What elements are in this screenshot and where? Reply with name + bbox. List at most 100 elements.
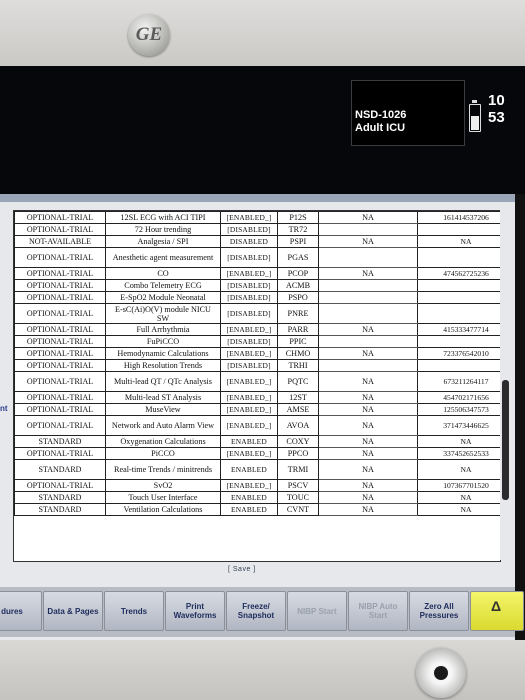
code-cell: PSPO: [277, 291, 319, 304]
table-row[interactable]: OPTIONAL-TRIAL MuseView [ENABLED_] AMSE NA 12…: [14, 403, 500, 416]
table-row[interactable]: OPTIONAL-TRIAL SvO2 [ENABLED_] PSCV NA 107367…: [14, 479, 500, 492]
softkey-dures[interactable]: dures: [0, 591, 42, 631]
table-row[interactable]: OPTIONAL-TRIAL High Resolution Trends [DIS…: [14, 359, 500, 372]
softkey-freeze-snapshot[interactable]: Freeze/ Snapshot: [226, 591, 286, 631]
patient-info-box[interactable]: NSD-1026 Adult ICU: [351, 80, 465, 146]
scrollbar[interactable]: [500, 210, 512, 560]
key-cell: 107367701520: [417, 479, 500, 492]
state-cell: [ENABLED_]: [220, 267, 278, 280]
key-cell: [417, 279, 500, 292]
table-row[interactable]: STANDARD Real-time Trends / minitrends ENA…: [14, 459, 500, 480]
state-cell: [ENABLED_]: [220, 391, 278, 404]
option-name-cell: Multi-lead QT / QTc Analysis: [105, 371, 221, 392]
expiry-cell: [318, 335, 418, 348]
license-options-panel: nt OPTIONAL-TRIAL 12SL ECG with ACI TIPI[…: [0, 194, 524, 640]
softkey-nibp-auto-start[interactable]: NIBP Auto Start: [348, 591, 408, 631]
expiry-cell: [318, 359, 418, 372]
table-row[interactable]: STANDARD Oxygenation Calculations ENABLED C…: [14, 435, 500, 448]
table-row[interactable]: OPTIONAL-TRIAL Network and Auto Alarm Vie…: [14, 415, 500, 436]
expiry-cell: [318, 303, 418, 324]
code-cell: PSPI: [277, 235, 319, 248]
option-name-cell: Oxygenation Calculations: [105, 435, 221, 448]
code-cell: PGAS: [277, 247, 319, 268]
option-name-cell: Full Arrhythmia: [105, 323, 221, 336]
table-row[interactable]: STANDARD Ventilation Calculations ENABLED C…: [14, 503, 500, 516]
key-cell: 723376542010: [417, 347, 500, 360]
state-cell: ENABLED: [220, 491, 278, 504]
option-name-cell: FuPiCCO: [105, 335, 221, 348]
code-cell: PPCO: [277, 447, 319, 460]
key-cell: 673211264117: [417, 371, 500, 392]
state-cell: [ENABLED_]: [220, 479, 278, 492]
table-row[interactable]: OPTIONAL-TRIAL Multi-lead ST Analysis [ENA…: [14, 391, 500, 404]
state-cell: [ENABLED_]: [220, 323, 278, 336]
ge-logo: GE: [128, 14, 170, 56]
status-cell: OPTIONAL-TRIAL: [14, 279, 106, 292]
table-row[interactable]: STANDARD Touch User Interface ENABLED TOUC N…: [14, 491, 500, 504]
status-cell: OPTIONAL-TRIAL: [14, 391, 106, 404]
table-row[interactable]: OPTIONAL-TRIAL 72 Hour trending [DISABLED]…: [14, 223, 500, 236]
code-cell: 12ST: [277, 391, 319, 404]
save-button[interactable]: [ Save ]: [228, 566, 256, 573]
state-cell: [ENABLED_]: [220, 347, 278, 360]
expiry-cell: [318, 223, 418, 236]
table-row[interactable]: OPTIONAL-TRIAL Hemodynamic Calculations [E…: [14, 347, 500, 360]
table-row[interactable]: OPTIONAL-TRIAL PiCCO [ENABLED_] PPCO NA 33745…: [14, 447, 500, 460]
table-row[interactable]: OPTIONAL-TRIAL 12SL ECG with ACI TIPI [ENA…: [14, 211, 500, 224]
softkey-nibp-start[interactable]: NIBP Start: [287, 591, 347, 631]
softkey-zero-all-pressures[interactable]: Zero All Pressures: [409, 591, 469, 631]
scrollbar-thumb[interactable]: [502, 380, 509, 500]
status-cell: OPTIONAL-TRIAL: [14, 335, 106, 348]
expiry-cell: NA: [318, 323, 418, 336]
status-cell: STANDARD: [14, 459, 106, 480]
status-cell: OPTIONAL-TRIAL: [14, 303, 106, 324]
table-row[interactable]: OPTIONAL-TRIAL Full Arrhythmia [ENABLED_] P…: [14, 323, 500, 336]
expiry-cell: NA: [318, 371, 418, 392]
expiry-cell: NA: [318, 415, 418, 436]
trim-knob[interactable]: [416, 648, 466, 698]
key-cell: NA: [417, 491, 500, 504]
state-cell: DISABLED: [220, 235, 278, 248]
expiry-cell: NA: [318, 347, 418, 360]
option-name-cell: Multi-lead ST Analysis: [105, 391, 221, 404]
table-row[interactable]: OPTIONAL-TRIAL Anesthetic agent measureme…: [14, 247, 500, 268]
status-cell: OPTIONAL-TRIAL: [14, 347, 106, 360]
state-cell: ENABLED: [220, 503, 278, 516]
table-row[interactable]: OPTIONAL-TRIAL E-SpO2 Module Neonatal [DIS…: [14, 291, 500, 304]
code-cell: TR72: [277, 223, 319, 236]
key-cell: [417, 247, 500, 268]
expiry-cell: NA: [318, 459, 418, 480]
table-row[interactable]: NOT-AVAILABLE Analgesia / SPI DISABLED PSPI…: [14, 235, 500, 248]
softkey-trends[interactable]: Trends: [104, 591, 164, 631]
code-cell: ACMB: [277, 279, 319, 292]
state-cell: [DISABLED]: [220, 223, 278, 236]
alarm-silence-button[interactable]: [470, 591, 524, 631]
status-cell: OPTIONAL-TRIAL: [14, 415, 106, 436]
option-name-cell: Real-time Trends / minitrends: [105, 459, 221, 480]
status-cell: OPTIONAL-TRIAL: [14, 291, 106, 304]
option-name-cell: Ventilation Calculations: [105, 503, 221, 516]
key-cell: [417, 291, 500, 304]
table-row[interactable]: OPTIONAL-TRIAL Multi-lead QT / QTc Analys…: [14, 371, 500, 392]
expiry-cell: NA: [318, 479, 418, 492]
status-cell: NOT-AVAILABLE: [14, 235, 106, 248]
status-cell: OPTIONAL-TRIAL: [14, 447, 106, 460]
code-cell: PPIC: [277, 335, 319, 348]
key-cell: 337452652533: [417, 447, 500, 460]
code-cell: PARR: [277, 323, 319, 336]
monitor-screen: NSD-1026 Adult ICU 10 53 nt OPTIONAL-TRI…: [0, 66, 525, 640]
softkey-print-waveforms[interactable]: Print Waveforms: [165, 591, 225, 631]
softkey-data-pages[interactable]: Data & Pages: [43, 591, 103, 631]
code-cell: PQTC: [277, 371, 319, 392]
key-cell: NA: [417, 235, 500, 248]
status-cell: OPTIONAL-TRIAL: [14, 371, 106, 392]
table-row[interactable]: OPTIONAL-TRIAL Combo Telemetry ECG [DISABL…: [14, 279, 500, 292]
bell-icon: [490, 602, 504, 617]
table-row[interactable]: OPTIONAL-TRIAL FuPiCCO [DISABLED] PPIC: [14, 335, 500, 348]
table-row[interactable]: OPTIONAL-TRIAL CO [ENABLED_] PCOP NA 47456272…: [14, 267, 500, 280]
table-row[interactable]: OPTIONAL-TRIAL E-sC(Ai)O(V) module NICU S…: [14, 303, 500, 324]
option-name-cell: High Resolution Trends: [105, 359, 221, 372]
state-cell: [DISABLED]: [220, 291, 278, 304]
status-cell: OPTIONAL-TRIAL: [14, 211, 106, 224]
bed-label: NSD-1026: [355, 109, 407, 121]
